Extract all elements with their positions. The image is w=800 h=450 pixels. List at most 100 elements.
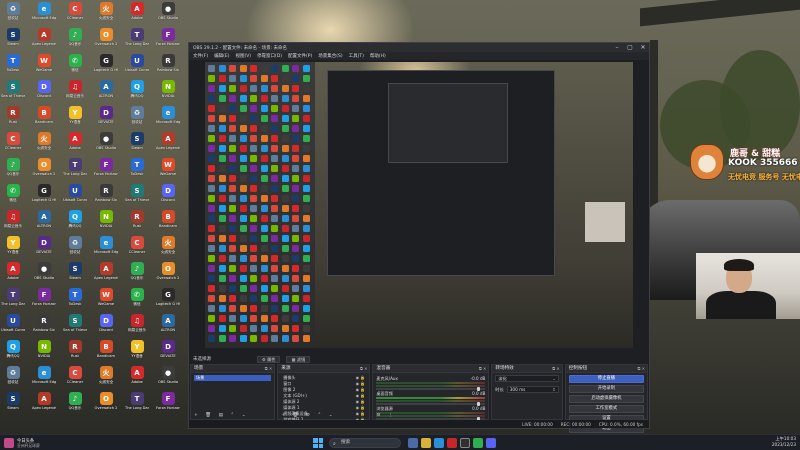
desktop-shortcut[interactable]: T The Long Dark xyxy=(1,288,25,312)
desktop-shortcut[interactable]: N NVIDIA xyxy=(95,210,117,234)
audio-mixer-toolbar[interactable]: ⚙ ⋮ xyxy=(376,413,395,418)
file-explorer-icon[interactable] xyxy=(421,438,431,448)
obs-window[interactable]: OBS 29.1.2 - 配置文件: 未命名 - 场景: 未命名 – ▢ ✕ 文… xyxy=(188,42,650,433)
desktop-shortcut[interactable]: S Steam xyxy=(64,262,86,286)
obs-menu-item[interactable]: 视图(V) xyxy=(235,53,251,59)
dock-menu-icon[interactable]: ⧉ ✕ xyxy=(638,365,645,373)
transition-type-select[interactable]: 淡化 ⌄ xyxy=(495,375,559,382)
desktop-shortcut[interactable]: T ToDesk xyxy=(2,54,24,78)
desktop-shortcut[interactable]: Q 腾讯QQ xyxy=(64,210,86,234)
desktop-shortcut[interactable]: A ALTRON xyxy=(157,314,179,338)
desktop-shortcut[interactable]: S Steam xyxy=(2,392,24,416)
desktop-shortcut[interactable]: C CCleaner xyxy=(64,366,86,390)
dock-menu-icon[interactable]: ⧉ ✕ xyxy=(360,365,367,373)
desktop-shortcut[interactable]: ♻ 回收站 xyxy=(2,366,24,390)
desktop-shortcut[interactable]: S Sea of Thieves xyxy=(1,80,25,104)
desktop-shortcut[interactable]: UUbisoft Connect xyxy=(1,314,25,338)
desktop-shortcut[interactable]: R Rainbow Six xyxy=(157,54,179,78)
minimize-icon[interactable]: – xyxy=(611,43,623,52)
desktop-shortcut[interactable]: D Discord xyxy=(95,314,117,338)
desktop-shortcut[interactable]: O Overwatch 2 xyxy=(157,262,179,286)
desktop-shortcut[interactable]: UUbisoft Connect xyxy=(125,54,149,78)
desktop-shortcut[interactable]: O Overwatch 2 xyxy=(33,158,55,182)
desktop-shortcut[interactable]: R Rainbow Six xyxy=(33,314,55,338)
desktop-shortcut[interactable]: O Overwatch 2 xyxy=(95,392,117,416)
desktop-shortcut[interactable]: ● OBS Studio xyxy=(95,132,117,156)
desktop-shortcut[interactable]: W WeGame xyxy=(157,158,179,182)
stepper-icon[interactable]: ⇕ xyxy=(552,387,556,392)
obs-menu-item[interactable]: 工具(T) xyxy=(349,53,364,59)
studio-mode-button[interactable]: 工作室模式 xyxy=(568,405,645,413)
volume-fader[interactable] xyxy=(376,402,486,406)
discord-taskbar-icon[interactable] xyxy=(486,438,496,448)
dock-menu-icon[interactable]: ⧉ ✕ xyxy=(265,365,272,373)
desktop-shortcut[interactable]: Q 腾讯QQ xyxy=(2,340,24,364)
desktop-shortcut[interactable]: R Rust xyxy=(2,106,24,130)
desktop-shortcut[interactable]: S Steam xyxy=(126,132,148,156)
desktop-shortcut[interactable]: F Forza Horizon xyxy=(156,28,180,52)
obs-taskbar-icon[interactable] xyxy=(460,438,470,448)
windows-start-icon[interactable] xyxy=(313,438,323,448)
desktop-shortcut[interactable]: ♻ 回收站 xyxy=(2,2,24,26)
desktop-shortcut[interactable]: Y YY语音 xyxy=(2,236,24,260)
desktop-shortcut[interactable]: D DEVIATE xyxy=(95,106,117,130)
desktop-shortcut[interactable]: D DEVIATE xyxy=(33,236,55,260)
desktop-shortcut[interactable]: ♫ 网易云音乐 xyxy=(126,314,148,338)
desktop-shortcut[interactable]: B Bandicam xyxy=(33,106,55,130)
stop-streaming-button[interactable]: 停止直播 xyxy=(568,375,645,383)
obs-menu-item[interactable]: 配置文件(P) xyxy=(288,53,312,59)
desktop-shortcut[interactable]: 火火绒安全 xyxy=(95,2,117,26)
desktop-shortcut[interactable]: ♪ QQ音乐 xyxy=(126,262,148,286)
desktop-shortcut[interactable]: W WeGame xyxy=(95,288,117,312)
netease-music-icon[interactable] xyxy=(447,438,457,448)
desktop-shortcut[interactable]: T The Long Dark xyxy=(63,158,87,182)
sources-dock-toolbar[interactable]: + 🗑 ⚙ ⌃ ⌄ xyxy=(281,413,335,418)
obs-menu-item[interactable]: 文件(F) xyxy=(193,53,208,59)
desktop-shortcut[interactable]: A ALTRON xyxy=(33,210,55,234)
desktop-shortcut[interactable]: A Adobe xyxy=(64,132,86,156)
desktop-shortcut[interactable]: ♫ 网易云音乐 xyxy=(64,80,86,104)
desktop-shortcut[interactable]: D Discord xyxy=(33,80,55,104)
obs-preview-canvas[interactable] xyxy=(205,62,633,348)
desktop-shortcut[interactable]: e Microsoft Edge xyxy=(32,366,56,390)
close-icon[interactable]: ✕ xyxy=(637,43,649,52)
desktop-shortcut[interactable]: A ALTRON xyxy=(95,80,117,104)
desktop-shortcut[interactable]: 火火绒安全 xyxy=(33,132,55,156)
desktop-shortcut[interactable]: ● OBS Studio xyxy=(33,262,55,286)
desktop-shortcut[interactable]: B Bandicam xyxy=(95,340,117,364)
obs-menu-item[interactable]: 编辑(E) xyxy=(214,53,229,59)
desktop-shortcut[interactable]: O Overwatch 2 xyxy=(95,28,117,52)
dock-menu-icon[interactable]: ⧉ ✕ xyxy=(479,365,486,373)
news-widget[interactable]: 今日头条 亚洲杯足球赛 xyxy=(4,437,64,449)
desktop-shortcut[interactable]: W WeGame xyxy=(33,54,55,78)
maximize-icon[interactable]: ▢ xyxy=(624,43,636,52)
desktop-shortcut[interactable]: ♪ QQ音乐 xyxy=(64,392,86,416)
filters-button[interactable]: ▦ 滤镜 xyxy=(286,355,311,363)
desktop-shortcut[interactable]: 火火绒安全 xyxy=(95,366,117,390)
desktop-shortcut[interactable]: ♻ 回收站 xyxy=(64,236,86,260)
desktop-shortcut[interactable]: R Rainbow Six xyxy=(95,184,117,208)
desktop-shortcut[interactable]: Q 腾讯QQ xyxy=(126,80,148,104)
obs-title-bar[interactable]: OBS 29.1.2 - 配置文件: 未命名 - 场景: 未命名 – ▢ ✕ xyxy=(189,43,649,52)
taskbar-search-input[interactable]: ⌕ 搜索 xyxy=(329,438,401,448)
desktop-shortcut[interactable]: GLogitech G HUB xyxy=(32,184,56,208)
desktop-shortcut[interactable]: A Apex Legends xyxy=(94,262,118,286)
desktop-shortcut[interactable]: R Rust xyxy=(126,210,148,234)
desktop-shortcut[interactable]: F Forza Horizon xyxy=(156,392,180,416)
start-virtual-camera-button[interactable]: 启动虚拟摄像机 xyxy=(568,395,645,403)
properties-button[interactable]: ⚙ 属性 xyxy=(257,355,281,363)
desktop-shortcut[interactable]: ● OBS Studio xyxy=(157,366,179,390)
desktop-shortcut[interactable]: ♪ QQ音乐 xyxy=(2,158,24,182)
desktop-shortcut[interactable]: ♪ QQ音乐 xyxy=(64,28,86,52)
obs-menu-item[interactable]: 帮助(H) xyxy=(370,53,386,59)
volume-fader[interactable] xyxy=(376,387,486,391)
desktop-shortcut[interactable]: ✆ 微信 xyxy=(2,184,24,208)
desktop-shortcut[interactable]: C CCleaner xyxy=(2,132,24,156)
desktop-shortcut[interactable]: e Microsoft Edge xyxy=(32,2,56,26)
desktop-shortcut[interactable]: A Adobe xyxy=(2,262,24,286)
wechat-taskbar-icon[interactable] xyxy=(473,438,483,448)
desktop-shortcut[interactable]: F Forza Horizon xyxy=(94,158,118,182)
desktop-shortcut[interactable]: S Steam xyxy=(2,28,24,52)
desktop-shortcut[interactable]: S Sea of Thieves xyxy=(125,184,149,208)
desktop-shortcut[interactable]: GLogitech G HUB xyxy=(156,288,180,312)
